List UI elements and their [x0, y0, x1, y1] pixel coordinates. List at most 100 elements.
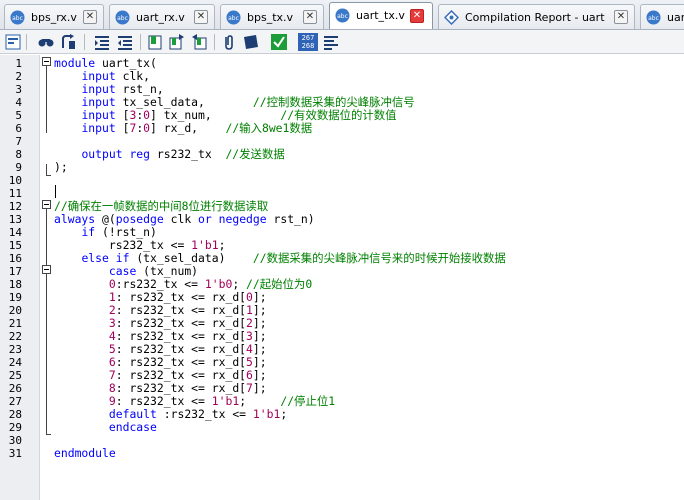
line-number: 26	[8, 382, 22, 395]
unindent-icon[interactable]	[116, 33, 134, 51]
fold-toggle-icon[interactable]	[42, 200, 51, 209]
close-icon[interactable]: ✕	[410, 9, 424, 23]
code-token: //发送数据	[225, 147, 285, 161]
line-number: 16	[8, 252, 22, 265]
code-token: endcase	[108, 420, 157, 434]
code-token: ];	[252, 381, 267, 395]
close-icon[interactable]: ✕	[303, 10, 317, 24]
check-icon[interactable]	[270, 33, 288, 51]
line-numbers-icon[interactable]: 267 268	[298, 33, 318, 51]
code-token: : rs232_tx <= rx_d[	[115, 355, 247, 369]
tab-bps-tx[interactable]: abc bps_tx.v ✕	[220, 4, 324, 29]
attach-icon[interactable]	[220, 33, 238, 51]
code-token: posedge	[115, 212, 171, 226]
code-token: 1'b1	[211, 394, 240, 408]
line-number: 5	[15, 109, 22, 122]
code-token: ];	[252, 368, 267, 382]
code-token: : rs232_tx <= rx_d[	[115, 342, 247, 356]
next-bookmark-icon[interactable]	[168, 33, 186, 51]
find-next-icon[interactable]	[60, 33, 78, 51]
line-number: 17	[8, 265, 22, 278]
code-token: output reg	[81, 147, 157, 161]
line-number: 4	[15, 96, 22, 109]
code-token: ] tx_num,	[150, 108, 281, 122]
tab-uart-tx[interactable]: abc uart_tx.v ✕	[329, 2, 433, 29]
svg-text:abc: abc	[648, 15, 659, 22]
line-number: 9	[15, 161, 22, 174]
code-text: endmodule	[54, 447, 116, 460]
fold-toggle-icon[interactable]	[42, 265, 51, 274]
fold-guide	[46, 164, 47, 176]
tab-label: Compilation Report - uart	[465, 11, 605, 24]
line-number: 1	[15, 57, 22, 70]
close-icon[interactable]: ✕	[614, 10, 628, 24]
code-token: 5	[108, 342, 116, 356]
fold-guide	[46, 66, 47, 133]
code-token: 1	[246, 303, 253, 317]
toolbar-separator	[26, 34, 27, 50]
line-number: 15	[8, 239, 22, 252]
code-token: else if	[81, 251, 137, 265]
code-token: 3	[246, 329, 253, 343]
tab-bps-rx[interactable]: abc bps_rx.v ✕	[4, 4, 104, 29]
line-number: 25	[8, 369, 22, 382]
find-icon[interactable]	[37, 33, 55, 51]
line-number: 24	[8, 356, 22, 369]
code-token: input	[81, 82, 123, 96]
tab-label: bps_tx.v	[247, 11, 294, 24]
verilog-file-icon: abc	[226, 10, 241, 25]
code-token: ];	[252, 329, 267, 343]
code-token: ];	[252, 355, 267, 369]
code-token: 9	[108, 394, 116, 408]
code-line[interactable]: 29 endcase	[0, 420, 684, 435]
code-line[interactable]: 10	[0, 174, 684, 187]
code-token: tx_sel_data,	[122, 95, 253, 109]
code-token: //控制数据采集的尖峰脉冲信号	[252, 95, 415, 109]
line-number: 28	[8, 408, 22, 421]
code-line[interactable]: 8 output reg rs232_tx //发送数据	[0, 147, 684, 162]
close-icon[interactable]: ✕	[83, 10, 97, 24]
tab-uart-rx[interactable]: abc uart_rx.v ✕	[109, 4, 215, 29]
line-number: 23	[8, 343, 22, 356]
code-token: //有效数据位的计数值	[280, 108, 397, 122]
insert-template-icon[interactable]	[4, 33, 22, 51]
code-token: : rs232_tx <= rx_d[	[115, 316, 247, 330]
tab-uart-overflow[interactable]: abc uar	[640, 4, 684, 29]
bookmark-icon[interactable]	[146, 33, 164, 51]
code-token: 2	[246, 316, 253, 330]
comment-icon[interactable]	[242, 33, 260, 51]
fold-toggle-icon[interactable]	[42, 57, 51, 66]
svg-text:abc: abc	[12, 15, 23, 22]
code-token: if	[81, 225, 103, 239]
close-icon[interactable]: ✕	[194, 10, 208, 24]
indent-icon[interactable]	[93, 33, 111, 51]
code-line[interactable]: 9);	[0, 160, 684, 175]
line-number: 29	[8, 421, 22, 434]
editor-tab-bar: abc bps_rx.v ✕ abc uart_rx.v ✕ abc bps_t…	[0, 0, 684, 30]
code-line[interactable]: 31 endmodule	[0, 447, 684, 461]
line-number: 14	[8, 226, 22, 239]
previous-bookmark-icon[interactable]	[190, 33, 208, 51]
align-icon[interactable]	[322, 33, 340, 51]
code-token: uart_tx(	[102, 56, 157, 70]
code-token: );	[54, 160, 68, 174]
code-token: 1'b0	[204, 277, 233, 291]
code-token: 1'b1	[252, 407, 281, 421]
code-token: : rs232_tx <= rx_d[	[115, 329, 247, 343]
code-editor[interactable]: 1 module uart_tx(2 input clk, 3 input rst_…	[0, 55, 684, 500]
tab-compilation-report[interactable]: Compilation Report - uart ✕	[438, 4, 635, 29]
tab-label: uar	[667, 11, 684, 24]
code-line[interactable]: 6 input [7:0] rx_d, //输入8we1数据	[0, 122, 684, 136]
code-token: @(	[102, 212, 116, 226]
code-token: : rs232_tx <= rx_d[	[115, 303, 247, 317]
code-token: //起始位为0	[246, 277, 313, 291]
